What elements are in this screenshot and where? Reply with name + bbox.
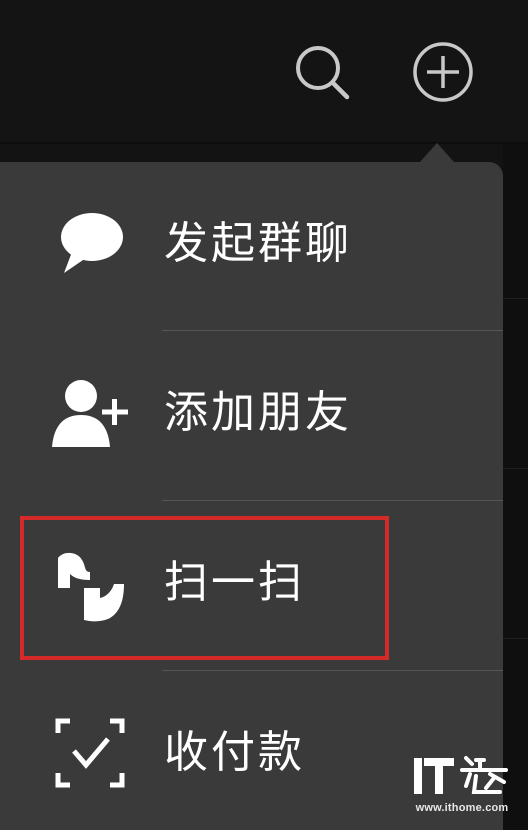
background-row-divider <box>503 638 528 639</box>
add-button[interactable] <box>411 40 475 104</box>
background-list <box>503 144 528 830</box>
menu-item-group-chat[interactable]: 发起群聊 <box>0 162 503 330</box>
watermark-url: www.ithome.com <box>415 802 509 814</box>
screen: 发起群聊 添加朋友 扫一扫 收付款 www.ithome.com <box>0 0 528 830</box>
menu-item-label: 添加朋友 <box>164 387 352 438</box>
search-icon <box>296 46 350 100</box>
plus-circle-icon <box>413 42 473 102</box>
top-bar <box>0 0 528 142</box>
menu-pointer-arrow <box>420 143 454 162</box>
payment-check-icon <box>50 713 130 793</box>
watermark: www.ithome.com <box>410 752 514 822</box>
ithome-logo <box>414 756 508 794</box>
chat-bubble-icon <box>50 202 130 282</box>
popup-menu: 发起群聊 添加朋友 扫一扫 收付款 <box>0 162 503 830</box>
highlight-box <box>20 516 389 660</box>
background-row-divider <box>503 298 528 299</box>
add-person-icon <box>50 373 130 453</box>
menu-item-label: 收付款 <box>164 727 305 778</box>
search-button[interactable] <box>290 40 354 104</box>
background-row-divider <box>503 468 528 469</box>
menu-item-label: 发起群聊 <box>164 218 352 269</box>
menu-item-add-friend[interactable]: 添加朋友 <box>0 331 503 499</box>
